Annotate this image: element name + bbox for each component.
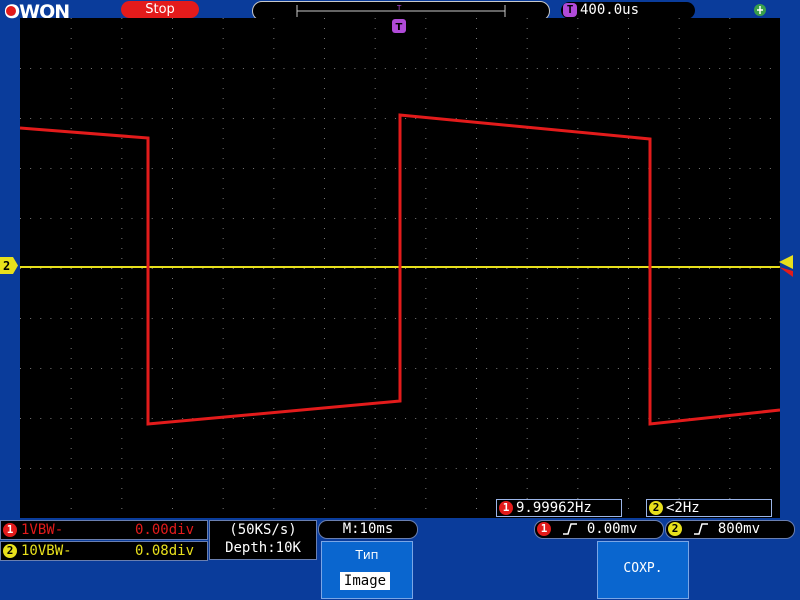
timebase-display[interactable]: T 400.0us <box>561 2 695 19</box>
type-softkey-value: Image <box>340 572 390 590</box>
ch2-position-marker[interactable]: 2 <box>0 257 18 274</box>
ch1-frequency-readout: 1 9.99962Hz <box>496 499 622 517</box>
ch1-trigger-value: 0.00mv <box>586 521 638 537</box>
ch1-trigger-level: 1 0.00mv <box>534 520 664 539</box>
save-softkey-label: СОХР. <box>623 561 663 576</box>
ch2-trigger-level: 2 800mv <box>665 520 795 539</box>
ch1-badge: 1 <box>499 501 513 515</box>
rising-edge-icon <box>694 523 709 535</box>
ch2-frequency-value: <2Hz <box>666 500 700 516</box>
ch1-volts-per-div: 1VBW- <box>21 522 64 538</box>
ch2-volts-per-div: 10VBW- <box>21 543 72 559</box>
usb-icon <box>754 4 766 16</box>
svg-text:2: 2 <box>3 259 10 273</box>
waveform-display[interactable] <box>20 18 780 518</box>
ch2-badge: 2 <box>668 522 682 536</box>
run-stop-status[interactable]: Stop <box>121 1 199 18</box>
trigger-level-marker[interactable] <box>779 255 795 277</box>
ch2-status[interactable]: 2 10VBW- 0.08div <box>0 541 208 561</box>
ch1-offset: 0.00div <box>135 522 195 538</box>
type-softkey-label: Тип <box>355 548 379 562</box>
ch1-waveform <box>20 113 780 426</box>
rising-edge-icon <box>563 523 578 535</box>
ch2-frequency-readout: 2 <2Hz <box>646 499 772 517</box>
ch1-badge: 1 <box>3 523 17 537</box>
main-timebase: M:10ms <box>318 520 418 539</box>
save-softkey[interactable]: СОХР. <box>597 541 689 599</box>
trigger-position-icon[interactable]: T <box>392 19 406 33</box>
record-depth: Depth:10K <box>225 540 301 556</box>
ch1-frequency-value: 9.99962Hz <box>516 500 592 516</box>
type-softkey[interactable]: Тип Image <box>321 541 413 599</box>
trigger-icon: T <box>563 3 577 17</box>
timebase-value: 400.0us <box>580 2 640 18</box>
ch2-badge: 2 <box>649 501 663 515</box>
ch1-badge: 1 <box>537 522 551 536</box>
ch2-trigger-value: 800mv <box>717 521 761 537</box>
svg-text:T: T <box>396 22 403 33</box>
ch2-offset: 0.08div <box>135 543 195 559</box>
acquisition-info: (50KS/s) Depth:10K <box>209 520 317 560</box>
sample-rate: (50KS/s) <box>229 522 297 538</box>
waveform-svg <box>20 18 780 509</box>
svg-text:T: T <box>396 4 402 12</box>
ch1-status[interactable]: 1 1VBW- 0.00div <box>0 520 208 540</box>
ch2-badge: 2 <box>3 544 17 558</box>
